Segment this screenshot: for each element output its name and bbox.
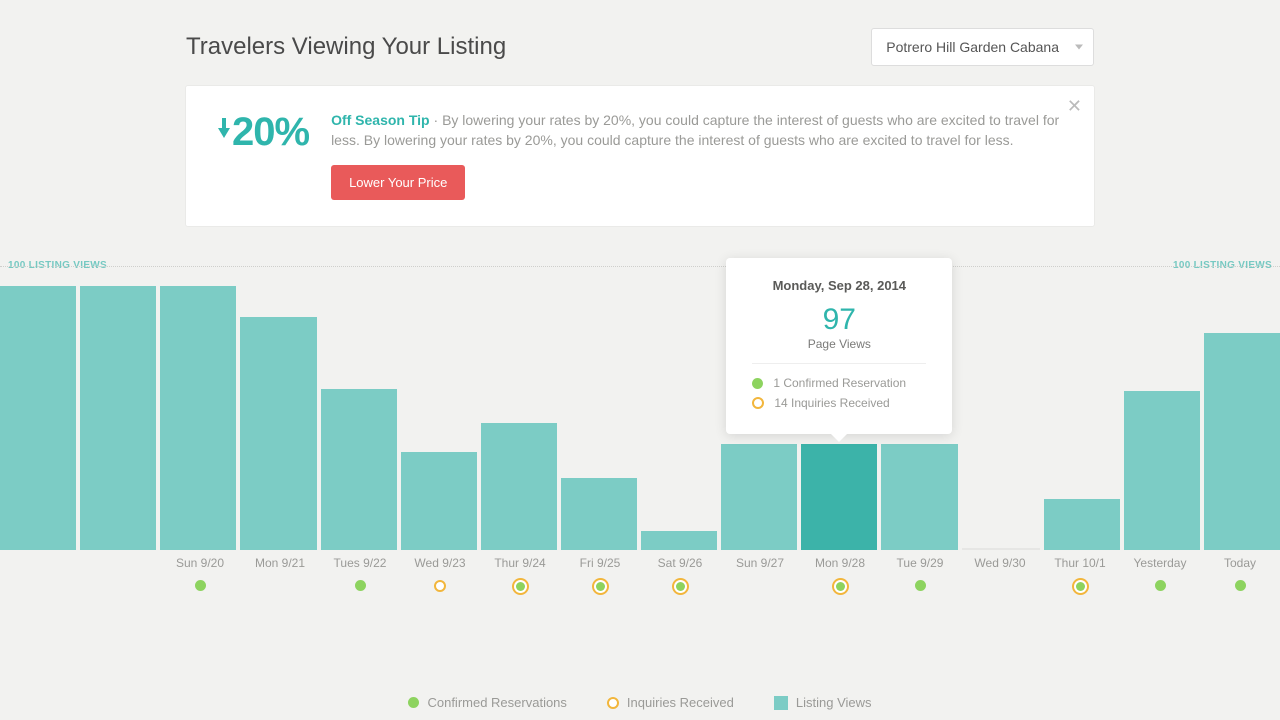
xaxis-col-0 xyxy=(0,556,80,610)
xaxis-col-10: Mon 9/28 xyxy=(800,556,880,610)
dot-green-icon xyxy=(408,697,419,708)
xaxis-col-14: Yesterday xyxy=(1120,556,1200,610)
tooltip-row: 1 Confirmed Reservation xyxy=(752,376,926,390)
tooltip-metric-label: Page Views xyxy=(752,337,926,351)
xaxis-label: Mon 9/21 xyxy=(255,556,305,570)
xaxis-col-8: Sat 9/26 xyxy=(640,556,720,610)
bar-3[interactable] xyxy=(240,317,316,549)
xaxis-col-3: Mon 9/21 xyxy=(240,556,320,610)
dot-both-icon xyxy=(1076,582,1085,591)
xaxis-col-13: Thur 10/1 xyxy=(1040,556,1120,610)
xaxis-label: Wed 9/23 xyxy=(414,556,465,570)
lower-price-button[interactable]: Lower Your Price xyxy=(331,165,465,200)
bar-14[interactable] xyxy=(1124,391,1200,549)
dot-green-icon xyxy=(355,580,366,591)
dot-green-icon xyxy=(915,580,926,591)
dot-both-icon xyxy=(676,582,685,591)
bar-12[interactable] xyxy=(962,548,1040,550)
xaxis-col-9: Sun 9/27 xyxy=(720,556,800,610)
listing-select[interactable]: Potrero Hill Garden Cabana xyxy=(871,28,1094,66)
xaxis-col-15: Today xyxy=(1200,556,1280,610)
xaxis-label: Sun 9/27 xyxy=(736,556,784,570)
page-title: Travelers Viewing Your Listing xyxy=(186,33,506,61)
xaxis-col-7: Fri 9/25 xyxy=(560,556,640,610)
bar-4[interactable] xyxy=(321,389,397,550)
xaxis-col-1 xyxy=(80,556,160,610)
tooltip-metric-value: 97 xyxy=(752,303,926,337)
xaxis-label: Tue 9/29 xyxy=(897,556,944,570)
xaxis-col-11: Tue 9/29 xyxy=(880,556,960,610)
xaxis-label: Sun 9/20 xyxy=(176,556,224,570)
xaxis-label: Thur 10/1 xyxy=(1054,556,1105,570)
legend-views: Listing Views xyxy=(774,695,872,710)
square-teal-icon xyxy=(774,696,788,710)
legend-confirmed: Confirmed Reservations xyxy=(408,695,566,710)
tooltip-date: Monday, Sep 28, 2014 xyxy=(752,278,926,293)
bar-2[interactable] xyxy=(160,286,236,550)
legend-inquiries: Inquiries Received xyxy=(607,695,734,710)
xaxis-label: Fri 9/25 xyxy=(580,556,621,570)
bar-8[interactable] xyxy=(641,531,717,549)
xaxis-label: Wed 9/30 xyxy=(974,556,1025,570)
bar-7[interactable] xyxy=(561,478,637,549)
xaxis-label: Sat 9/26 xyxy=(658,556,703,570)
bar-10[interactable] xyxy=(801,444,877,550)
dot-ring-icon xyxy=(752,397,764,409)
bar-13[interactable] xyxy=(1044,499,1120,549)
xaxis-label: Today xyxy=(1224,556,1256,570)
chart-tooltip: Monday, Sep 28, 2014 97 Page Views 1 Con… xyxy=(726,258,952,434)
bar-5[interactable] xyxy=(401,452,477,550)
bar-0[interactable] xyxy=(0,286,76,550)
tooltip-row: 14 Inquiries Received xyxy=(752,396,926,410)
dot-green-icon xyxy=(1235,580,1246,591)
bar-15[interactable] xyxy=(1204,333,1280,549)
bar-11[interactable] xyxy=(881,444,957,550)
xaxis-col-4: Tues 9/22 xyxy=(320,556,400,610)
tip-percent: 20% xyxy=(232,110,309,155)
xaxis-label: Thur 9/24 xyxy=(494,556,545,570)
bar-6[interactable] xyxy=(481,423,557,550)
tip-card: ✕ 20% Off Season Tip · By lowering your … xyxy=(186,86,1094,226)
xaxis-col-6: Thur 9/24 xyxy=(480,556,560,610)
xaxis-col-2: Sun 9/20 xyxy=(160,556,240,610)
xaxis-label: Tues 9/22 xyxy=(334,556,387,570)
close-icon[interactable]: ✕ xyxy=(1067,96,1082,117)
chart-legend: Confirmed Reservations Inquiries Receive… xyxy=(0,695,1280,710)
bar-1[interactable] xyxy=(80,286,156,550)
dot-ring-icon xyxy=(607,697,619,709)
dot-green-icon xyxy=(195,580,206,591)
xaxis-col-12: Wed 9/30 xyxy=(960,556,1040,610)
arrow-down-icon xyxy=(218,128,230,138)
bar-9[interactable] xyxy=(721,444,797,550)
chevron-down-icon xyxy=(1075,45,1083,50)
gridline-100 xyxy=(0,266,1280,267)
dot-both-icon xyxy=(836,582,845,591)
dot-green-icon xyxy=(752,378,763,389)
dot-ring-icon xyxy=(434,580,446,592)
listing-views-chart: 100 LISTING VIEWS 100 LISTING VIEWS Sun … xyxy=(0,260,1280,610)
xaxis-label: Mon 9/28 xyxy=(815,556,865,570)
listing-select-value: Potrero Hill Garden Cabana xyxy=(886,39,1059,55)
dot-green-icon xyxy=(1155,580,1166,591)
xaxis-col-5: Wed 9/23 xyxy=(400,556,480,610)
tip-text: Off Season Tip · By lowering your rates … xyxy=(331,110,1062,151)
xaxis-label: Yesterday xyxy=(1134,556,1187,570)
dot-both-icon xyxy=(516,582,525,591)
dot-both-icon xyxy=(596,582,605,591)
